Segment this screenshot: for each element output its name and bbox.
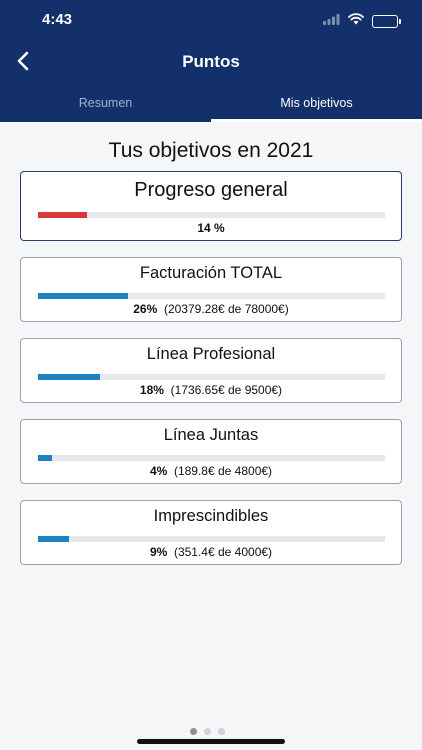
objective-title: Facturación TOTAL <box>139 264 283 282</box>
overall-progress-card: Progreso general 14 % <box>20 171 402 241</box>
objective-progress-track <box>38 536 385 542</box>
objective-card-facturacion: Facturación TOTAL 26% (20379.28€ de 7800… <box>20 257 402 322</box>
page-dot[interactable] <box>204 728 211 735</box>
overall-progress-track <box>38 212 385 218</box>
objective-progress-fill <box>38 293 129 299</box>
objective-value: 26% (20379.28€ de 78000€) <box>21 302 401 316</box>
objective-detail: (351.4€ de 4000€) <box>173 545 273 559</box>
objective-detail: (189.8€ de 4800€) <box>173 464 273 478</box>
page-dot-active[interactable] <box>190 728 197 735</box>
objective-percent: 26% <box>133 302 158 316</box>
tab-mis-objetivos[interactable]: Mis objetivos <box>211 86 422 122</box>
objective-detail: (20379.28€ de 78000€) <box>163 302 289 316</box>
objective-title: Línea Juntas <box>163 426 259 444</box>
objective-title: Imprescindibles <box>153 507 269 525</box>
objective-progress-fill <box>38 536 70 542</box>
battery-icon <box>372 14 401 28</box>
objective-card-linea-profesional: Línea Profesional 18% (1736.65€ de 9500€… <box>20 338 402 403</box>
objective-value: 18% (1736.65€ de 9500€) <box>21 383 401 397</box>
objective-percent: 4% <box>149 464 168 478</box>
objective-progress-track <box>38 455 385 461</box>
overall-progress-value: 14 % <box>21 221 401 235</box>
objective-progress-fill <box>38 455 52 461</box>
page-indicator <box>190 728 225 735</box>
objective-value: 4% (189.8€ de 4800€) <box>21 464 401 478</box>
objective-percent: 18% <box>139 383 164 397</box>
objective-card-imprescindibles: Imprescindibles 9% (351.4€ de 4000€) <box>20 500 402 565</box>
tab-resumen[interactable]: Resumen <box>0 86 211 122</box>
signal-icon <box>323 12 340 30</box>
objective-progress-track <box>38 374 385 380</box>
app-header: 4:43 Puntos Resumen Mis objetivos <box>0 0 422 122</box>
page-dot[interactable] <box>218 728 225 735</box>
overall-progress-percent: 14 % <box>197 221 225 235</box>
objective-progress-track <box>38 293 385 299</box>
wifi-icon <box>348 12 364 30</box>
overall-progress-fill <box>38 212 87 218</box>
status-icons <box>323 12 401 30</box>
home-indicator <box>137 739 285 744</box>
objective-title: Línea Profesional <box>146 345 276 363</box>
objective-card-linea-juntas: Línea Juntas 4% (189.8€ de 4800€) <box>20 419 402 484</box>
objective-detail: (1736.65€ de 9500€) <box>170 383 283 397</box>
objectives-heading: Tus objetivos en 2021 <box>108 139 314 162</box>
tab-bar: Resumen Mis objetivos <box>0 86 422 122</box>
objective-progress-fill <box>38 374 101 380</box>
objective-percent: 9% <box>149 545 168 559</box>
page-title: Puntos <box>182 52 240 71</box>
objective-value: 9% (351.4€ de 4000€) <box>21 545 401 559</box>
overall-progress-title: Progreso general <box>134 179 288 201</box>
status-bar: 4:43 <box>0 0 422 40</box>
status-time: 4:43 <box>42 11 73 28</box>
